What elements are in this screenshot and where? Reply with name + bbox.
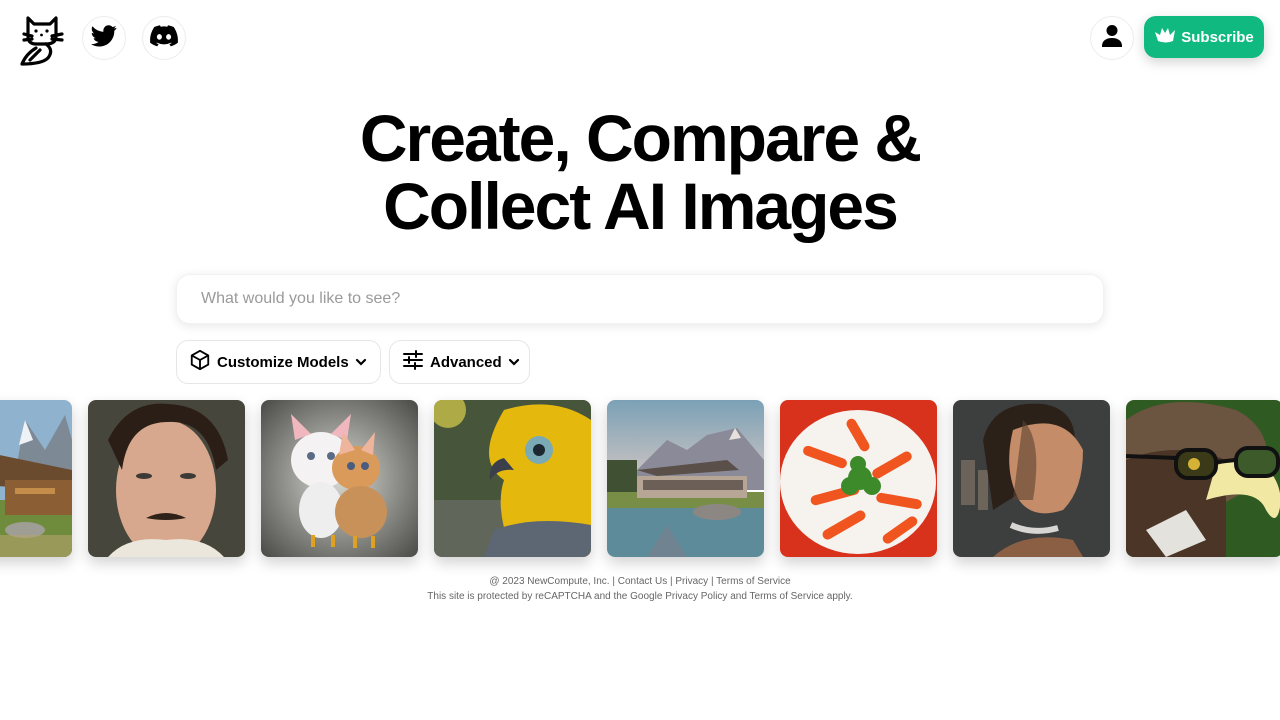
gallery-image[interactable] bbox=[0, 400, 72, 557]
subscribe-label: Subscribe bbox=[1181, 28, 1254, 46]
gallery-image[interactable] bbox=[88, 400, 245, 557]
sliders-icon bbox=[402, 350, 424, 374]
title-line-1: Create, Compare & bbox=[359, 101, 922, 175]
recaptcha-text: This site is protected by reCAPTCHA and … bbox=[427, 591, 663, 602]
gallery-image[interactable] bbox=[1126, 400, 1280, 557]
twitter-button[interactable] bbox=[82, 16, 126, 60]
google-privacy-link[interactable]: Privacy Policy bbox=[665, 591, 727, 602]
copyright: @ 2023 NewCompute, Inc. bbox=[489, 576, 610, 587]
gallery-image[interactable] bbox=[434, 400, 591, 557]
top-bar: Subscribe bbox=[0, 0, 1280, 76]
contact-link[interactable]: Contact Us bbox=[618, 576, 667, 587]
title-line-2: Collect AI Images bbox=[383, 169, 899, 243]
gallery-image[interactable] bbox=[780, 400, 937, 557]
twitter-icon bbox=[91, 24, 117, 52]
advanced-button[interactable]: Advanced bbox=[389, 340, 530, 384]
cube-icon bbox=[189, 349, 211, 375]
terms-link[interactable]: Terms of Service bbox=[716, 576, 790, 587]
advanced-label: Advanced bbox=[430, 353, 502, 371]
user-icon bbox=[1101, 24, 1123, 53]
apply-text: apply. bbox=[826, 591, 853, 602]
google-terms-link[interactable]: Terms of Service bbox=[750, 591, 824, 602]
footer: @ 2023 NewCompute, Inc. | Contact Us | P… bbox=[0, 574, 1280, 604]
image-gallery bbox=[0, 400, 1280, 560]
account-button[interactable] bbox=[1090, 16, 1134, 60]
gallery-image[interactable] bbox=[607, 400, 764, 557]
separator: | bbox=[612, 576, 615, 587]
customize-models-label: Customize Models bbox=[217, 353, 349, 371]
privacy-link[interactable]: Privacy bbox=[675, 576, 708, 587]
and-text: and bbox=[730, 591, 747, 602]
subscribe-button[interactable]: Subscribe bbox=[1144, 16, 1264, 58]
discord-icon bbox=[150, 24, 178, 52]
chevron-down-icon bbox=[355, 354, 367, 371]
chevron-down-icon bbox=[508, 354, 520, 371]
separator: | bbox=[710, 576, 714, 587]
cat-logo-icon[interactable] bbox=[16, 14, 68, 68]
footer-line-2: This site is protected by reCAPTCHA and … bbox=[0, 589, 1280, 604]
page-title: Create, Compare & Collect AI Images bbox=[0, 104, 1280, 240]
prompt-input[interactable] bbox=[177, 275, 1103, 323]
gallery-image[interactable] bbox=[953, 400, 1110, 557]
discord-button[interactable] bbox=[142, 16, 186, 60]
prompt-search-box bbox=[176, 274, 1104, 324]
crown-icon bbox=[1154, 26, 1176, 48]
separator: | bbox=[669, 576, 673, 587]
customize-models-button[interactable]: Customize Models bbox=[176, 340, 381, 384]
gallery-image[interactable] bbox=[261, 400, 418, 557]
footer-line-1: @ 2023 NewCompute, Inc. | Contact Us | P… bbox=[0, 574, 1280, 589]
